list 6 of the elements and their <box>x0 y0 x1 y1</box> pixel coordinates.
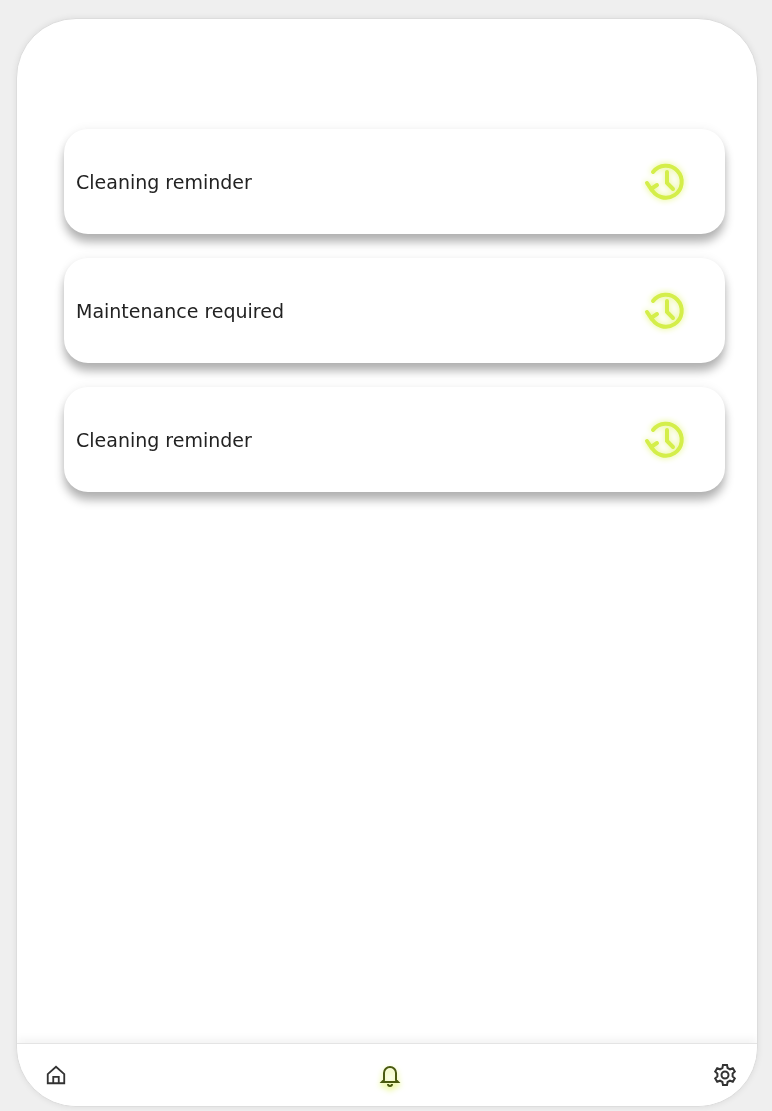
notification-card[interactable]: Cleaning reminder <box>64 387 725 492</box>
notification-card[interactable]: Maintenance required <box>64 258 725 363</box>
notification-title: Cleaning reminder <box>76 170 252 193</box>
notification-title: Maintenance required <box>76 299 284 322</box>
notification-card[interactable]: Cleaning reminder <box>64 129 725 234</box>
notification-title: Cleaning reminder <box>76 428 252 451</box>
